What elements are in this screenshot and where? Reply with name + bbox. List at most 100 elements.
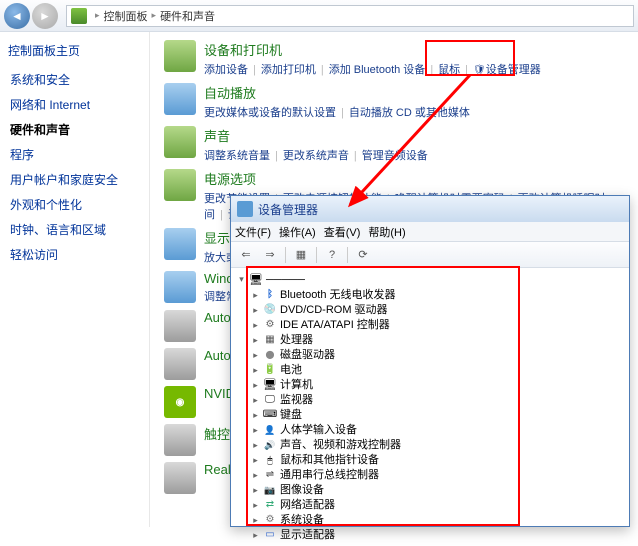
category-link[interactable]: 管理音频设备 [362,150,428,162]
collapse-icon[interactable]: ▾ [237,274,246,285]
sidebar-item[interactable]: 程序 [8,142,141,167]
tree-node-label: Bluetooth 无线电收发器 [280,288,396,302]
nav-back-button[interactable]: ◄ [4,3,30,29]
device-category-icon [263,348,277,361]
tree-node[interactable]: ▸通用串行总线控制器 [237,467,623,482]
sidebar-item[interactable]: 外观和个性化 [8,192,141,217]
breadcrumb-part[interactable]: 控制面板 [104,8,148,24]
device-category-icon [263,333,277,346]
expand-icon[interactable]: ▸ [251,438,260,452]
sidebar-item[interactable]: 轻松访问 [8,242,141,267]
menu-view[interactable]: 查看(V) [324,224,361,240]
tree-node[interactable]: ▸ 显示适配器 [237,527,623,542]
menu-file[interactable]: 文件(F) [235,224,271,240]
tree-node[interactable]: ▸ 处理器 [237,332,623,347]
category-title[interactable]: 电源选项 [204,169,624,188]
sidebar-item[interactable]: 时钟、语言和区域 [8,217,141,242]
tree-node[interactable]: ▸ 网络适配器 [237,497,623,512]
tree-node[interactable]: ▸ 鼠标和其他指针设备 [237,452,623,467]
sidebar-item[interactable]: 硬件和声音 [8,117,141,142]
menu-help[interactable]: 帮助(H) [368,224,405,240]
device-category-icon [263,438,277,451]
expand-icon[interactable]: ▸ [251,483,260,497]
tree-node[interactable]: ▸ DVD/CD-ROM 驱动器 [237,302,623,317]
tool-forward-button[interactable]: ⇒ [259,245,281,265]
category-link[interactable]: 更改系统声音 [283,150,349,162]
category-icon [164,271,196,303]
tree-node-label: DVD/CD-ROM 驱动器 [280,303,388,317]
category-section: 设备和打印机添加设备|添加打印机|添加 Bluetooth 设备|鼠标|🛡设备管… [164,40,624,77]
expand-icon[interactable]: ▸ [251,513,260,527]
device-category-icon [263,528,277,541]
tree-node[interactable]: ▸声音、视频和游戏控制器 [237,437,623,452]
breadcrumb-part[interactable]: 硬件和声音 [160,8,215,24]
category-icon [164,424,196,456]
breadcrumb[interactable]: ▸ 控制面板 ▸ 硬件和声音 [66,5,634,27]
tree-node-label: 鼠标和其他指针设备 [280,453,379,467]
expand-icon[interactable]: ▸ [251,423,260,437]
nav-forward-button[interactable]: ► [32,3,58,29]
category-icon [164,310,196,342]
tool-back-button[interactable]: ⇐ [235,245,257,265]
category-link[interactable]: 添加 Bluetooth 设备 [329,64,426,76]
expand-icon[interactable]: ▸ [251,528,260,542]
tree-node[interactable]: ▸键盘 [237,407,623,422]
category-link[interactable]: 设备管理器 [486,64,541,76]
expand-icon[interactable]: ▸ [251,408,260,422]
sidebar-item[interactable]: 网络和 Internet [8,92,141,117]
category-link[interactable]: 鼠标 [438,64,460,76]
category-link[interactable]: 自动播放 CD 或其他媒体 [349,107,470,119]
expand-icon[interactable]: ▸ [251,303,260,317]
expand-icon[interactable]: ▸ [251,348,260,362]
expand-icon[interactable]: ▸ [251,468,260,482]
tool-help-button[interactable]: ? [321,245,343,265]
tree-node[interactable]: ▸磁盘驱动器 [237,347,623,362]
tree-node[interactable]: ▸ Bluetooth 无线电收发器 [237,287,623,302]
category-title[interactable]: 声音 [204,126,624,145]
tool-scan-button[interactable]: ⟳ [352,245,374,265]
expand-icon[interactable]: ▸ [251,498,260,512]
expand-icon[interactable]: ▸ [251,333,260,347]
device-manager-titlebar[interactable]: 设备管理器 [231,196,629,222]
tree-node[interactable]: ▸图像设备 [237,482,623,497]
tree-node[interactable]: ▸电池 [237,362,623,377]
expand-icon[interactable]: ▸ [251,378,260,392]
category-section: 声音调整系统音量|更改系统声音|管理音频设备 [164,126,624,163]
category-link[interactable]: 调整系统音量 [204,150,270,162]
tree-node-label: 网络适配器 [280,498,335,512]
category-title[interactable]: 自动播放 [204,83,624,102]
category-link[interactable]: 添加打印机 [261,64,316,76]
sidebar: 控制面板主页 系统和安全网络和 Internet硬件和声音程序用户帐户和家庭安全… [0,32,150,527]
category-icon [164,462,196,494]
tree-node-label: 系统设备 [280,513,324,527]
expand-icon[interactable]: ▸ [251,393,260,407]
menu-action[interactable]: 操作(A) [279,224,316,240]
category-icon [164,83,196,115]
expand-icon[interactable]: ▸ [251,318,260,332]
device-category-icon [263,288,277,301]
expand-icon[interactable]: ▸ [251,453,260,467]
tree-node-label: 处理器 [280,333,313,347]
tree-node[interactable]: ▸监视器 [237,392,623,407]
tree-node[interactable]: ▸计算机 [237,377,623,392]
category-icon [164,348,196,380]
category-title[interactable]: 设备和打印机 [204,40,624,59]
tree-node[interactable]: ▸ IDE ATA/ATAPI 控制器 [237,317,623,332]
tree-root-node[interactable]: ▾ ───── [237,272,623,287]
chevron-right-icon: ▸ [152,10,157,21]
tree-node-label: IDE ATA/ATAPI 控制器 [280,318,390,332]
tree-root-label: ───── [266,274,305,286]
expand-icon[interactable]: ▸ [251,288,260,302]
expand-icon[interactable]: ▸ [251,363,260,377]
sidebar-title[interactable]: 控制面板主页 [8,42,141,59]
tree-node[interactable]: ▸人体学输入设备 [237,422,623,437]
sidebar-item[interactable]: 系统和安全 [8,67,141,92]
device-category-icon [263,318,277,331]
tree-node-label: 显示适配器 [280,528,335,542]
device-category-icon [263,303,277,316]
sidebar-item[interactable]: 用户帐户和家庭安全 [8,167,141,192]
tool-tree-button[interactable]: ▦ [290,245,312,265]
category-link[interactable]: 添加设备 [204,64,248,76]
category-link[interactable]: 更改媒体或设备的默认设置 [204,107,336,119]
tree-node[interactable]: ▸ 系统设备 [237,512,623,527]
